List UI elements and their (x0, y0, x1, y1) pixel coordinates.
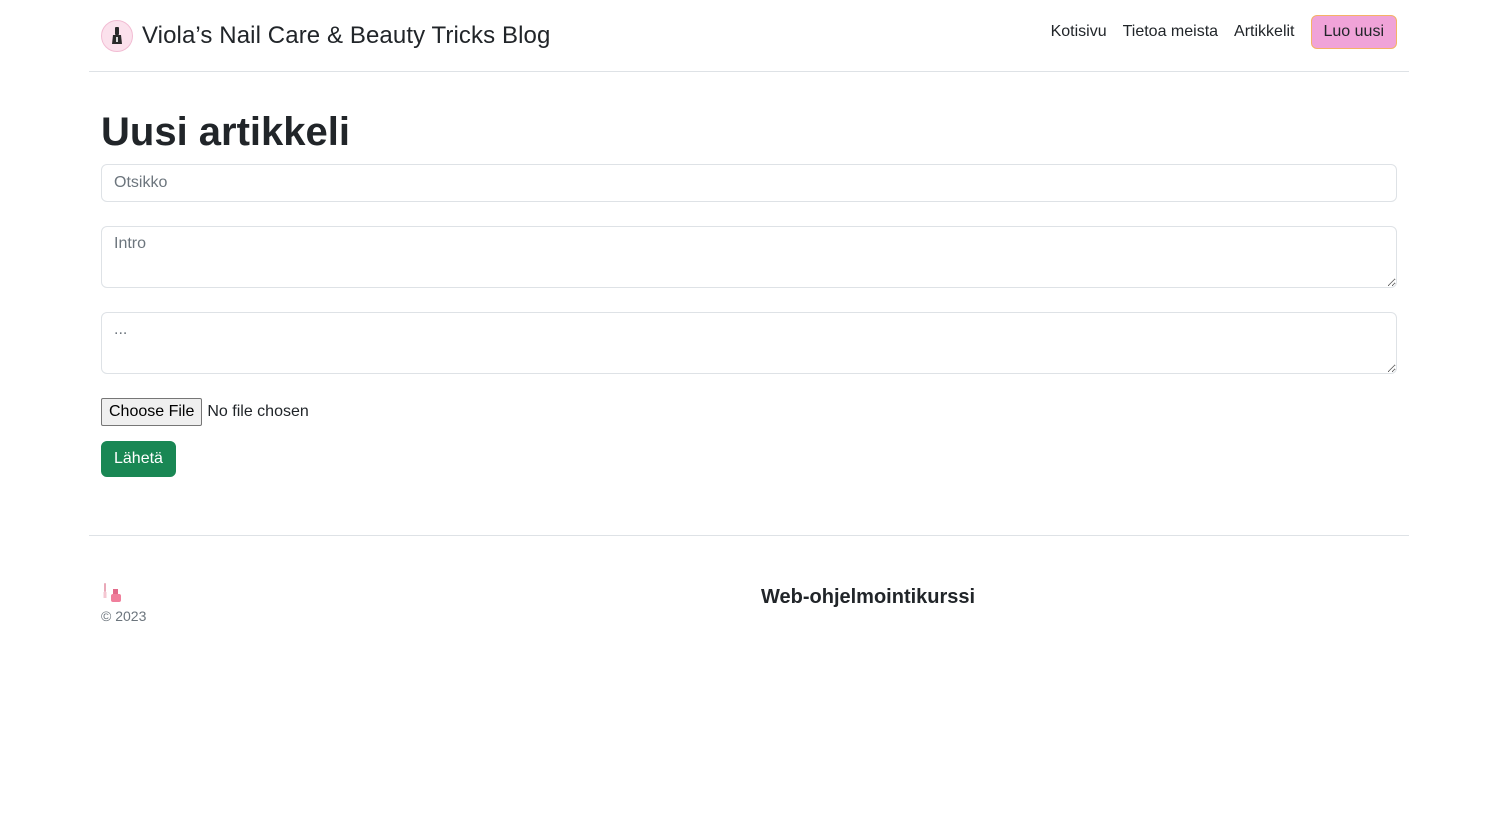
footer-left: © 2023 (101, 582, 761, 624)
brand-title: Viola’s Nail Care & Beauty Tricks Blog (142, 21, 551, 49)
brand-link[interactable]: Viola’s Nail Care & Beauty Tricks Blog (101, 19, 551, 52)
site-header: Viola’s Nail Care & Beauty Tricks Blog K… (89, 0, 1409, 72)
choose-file-button[interactable]: Choose File (101, 398, 203, 426)
nav-about[interactable]: Tietoa meista (1115, 15, 1226, 49)
main-content: Uusi artikkeli Choose File No file chose… (89, 72, 1409, 477)
file-status: No file chosen (207, 403, 309, 420)
intro-textarea[interactable] (101, 226, 1397, 288)
nav-home[interactable]: Kotisivu (1043, 15, 1115, 49)
copyright: © 2023 (101, 608, 147, 624)
submit-button[interactable]: Lähetä (101, 441, 176, 477)
footer-heading: Web-ohjelmointikurssi (761, 586, 976, 608)
site-footer: © 2023 Web-ohjelmointikurssi (89, 535, 1409, 624)
page-title: Uusi artikkeli (101, 110, 351, 154)
main-nav: Kotisivu Tietoa meista Artikkelit Luo uu… (1043, 14, 1397, 49)
nav-articles[interactable]: Artikkelit (1226, 15, 1302, 49)
article-form: Choose File No file chosen Lähetä (101, 164, 1397, 477)
content-textarea[interactable] (101, 312, 1397, 374)
nail-polish-icon (101, 19, 133, 52)
file-upload: Choose File No file chosen (101, 398, 1397, 426)
title-input[interactable] (101, 164, 1397, 202)
nail-polish-bottle-icon (101, 582, 761, 606)
create-new-button[interactable]: Luo uusi (1310, 14, 1397, 49)
